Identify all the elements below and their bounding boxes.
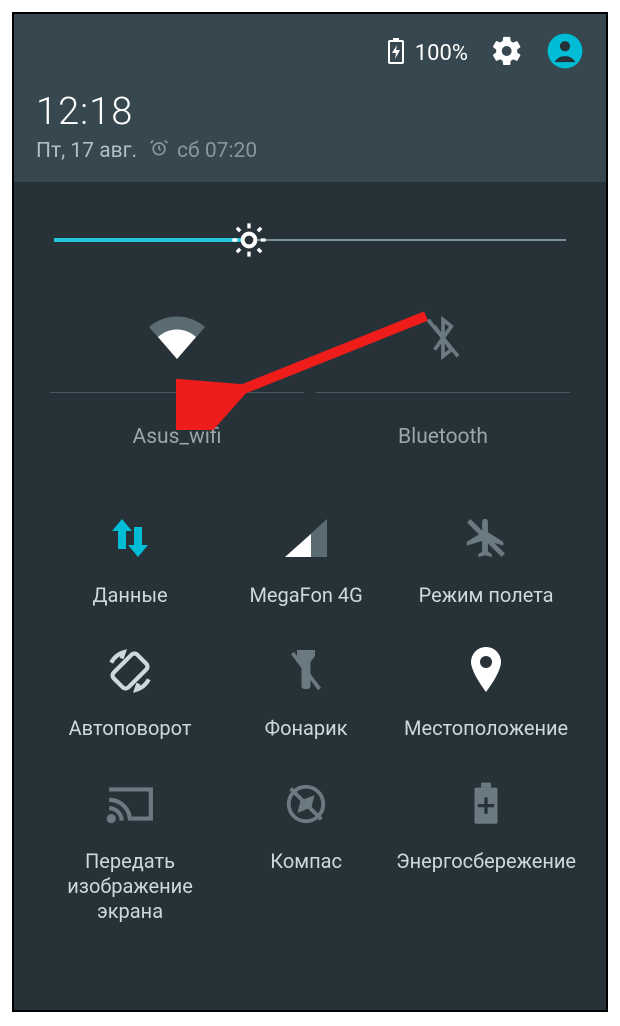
alarm-clock-icon (149, 138, 169, 164)
battery-charging-icon (387, 37, 405, 69)
wifi-tile[interactable] (44, 300, 310, 392)
flashlight-off-icon (288, 647, 324, 699)
settings-gear-icon[interactable] (490, 34, 524, 72)
rotate-tile[interactable]: Автоповорот (44, 644, 216, 741)
bluetooth-label: Bluetooth (310, 425, 576, 449)
data-arrows-icon (108, 515, 152, 565)
cast-tile[interactable]: Передать изображение экрана (44, 777, 216, 924)
signal-tile[interactable]: MegaFon 4G (220, 511, 392, 608)
location-pin-icon (468, 647, 504, 699)
bluetooth-off-icon (423, 313, 463, 367)
tiles-grid: Данные MegaFon 4G (44, 511, 576, 924)
header: 100% 12:18 Пт, 17 авг. (14, 14, 606, 182)
brightness-thumb-icon[interactable] (229, 220, 269, 260)
cast-icon (105, 783, 155, 829)
wifi-icon (145, 313, 209, 367)
bluetooth-tile[interactable] (310, 300, 576, 392)
quick-settings-panel: 100% 12:18 Пт, 17 авг. (12, 12, 608, 1012)
location-tile[interactable]: Местоположение (396, 644, 576, 741)
data-label: Данные (44, 583, 216, 608)
bluetooth-tile-label-area[interactable]: Bluetooth (310, 393, 576, 471)
battery-saver-tile[interactable]: Энергосбережение (396, 777, 576, 924)
wifi-tile-label-area[interactable]: Asus_wifi (44, 393, 310, 471)
status-bar: 100% (36, 32, 584, 74)
rotate-label: Автоповорот (44, 716, 216, 741)
compass-label: Компас (220, 849, 392, 874)
user-avatar-icon[interactable] (546, 32, 584, 74)
slider-fill (54, 238, 249, 242)
compass-tile[interactable]: Компас (220, 777, 392, 924)
date-alarm-row[interactable]: Пт, 17 авг. сб 07:20 (36, 138, 584, 164)
battery-percentage: 100% (415, 41, 468, 66)
flashlight-tile[interactable]: Фонарик (220, 644, 392, 741)
data-tile[interactable]: Данные (44, 511, 216, 608)
date-text: Пт, 17 авг. (36, 139, 137, 163)
airplane-off-icon (463, 515, 509, 565)
wifi-label: Asus_wifi (44, 425, 310, 449)
battery-saver-icon (471, 781, 501, 831)
quick-settings-body: Asus_wifi Bluetooth (14, 182, 606, 944)
auto-rotate-icon (105, 646, 155, 700)
alarm-info: сб 07:20 (149, 138, 257, 164)
brightness-slider[interactable] (54, 220, 566, 260)
cast-label: Передать изображение экрана (44, 849, 216, 924)
battery-status: 100% (387, 37, 468, 69)
battery-saver-label: Энергосбережение (396, 849, 576, 874)
flashlight-label: Фонарик (220, 716, 392, 741)
signal-label: MegaFon 4G (220, 583, 392, 608)
airplane-tile[interactable]: Режим полета (396, 511, 576, 608)
signal-icon (283, 517, 329, 563)
airplane-label: Режим полета (396, 583, 576, 608)
clock-time[interactable]: 12:18 (36, 90, 584, 134)
location-label: Местоположение (396, 716, 576, 741)
compass-off-icon (283, 781, 329, 831)
alarm-time: сб 07:20 (177, 139, 257, 163)
